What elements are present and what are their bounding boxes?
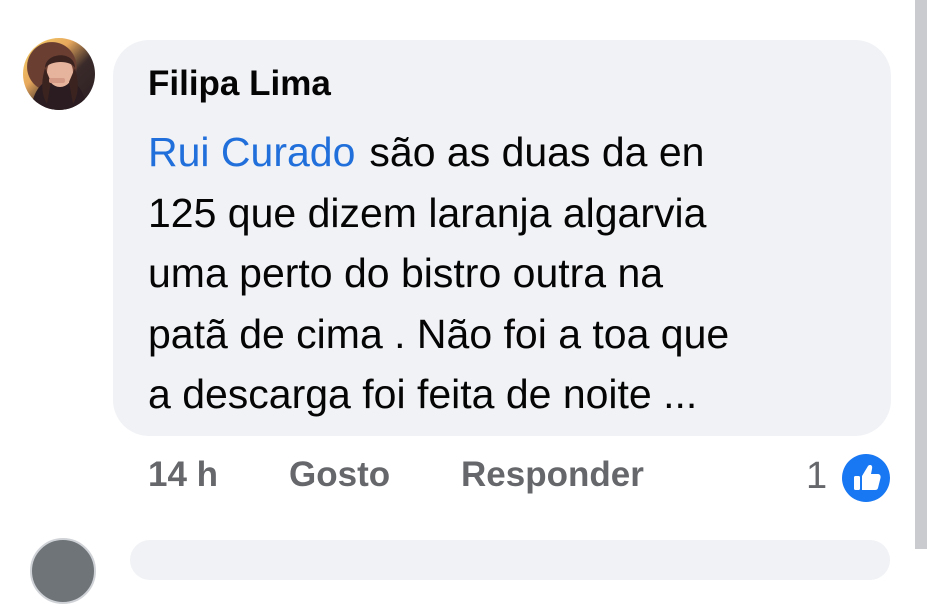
next-comment-bubble [130, 540, 890, 580]
comment-author[interactable]: Filipa Lima [148, 64, 331, 104]
thumbs-up-icon[interactable] [842, 454, 890, 502]
reaction-count[interactable]: 1 [806, 455, 827, 498]
reply-button[interactable]: Responder [461, 455, 644, 495]
comment-line: uma perto do bistro outra na [148, 250, 664, 296]
avatar-image [31, 55, 87, 110]
scrollbar[interactable] [915, 0, 927, 549]
next-comment-avatar[interactable] [30, 538, 96, 604]
comment-line: a descarga foi feita de noite ... [148, 371, 698, 417]
comment-line: patã de cima . Não foi a toa que [148, 310, 730, 357]
comment-line: Rui Curado são as duas da en [148, 129, 705, 175]
like-button[interactable]: Gosto [289, 455, 390, 495]
comment-line: 125 que dizem laranja algarvia [148, 189, 707, 236]
avatar[interactable] [23, 38, 95, 110]
mention-link[interactable]: Rui Curado [148, 129, 355, 175]
comment-timestamp[interactable]: 14 h [148, 455, 218, 495]
comment-text: Rui Curado são as duas da en 125 que dize… [148, 122, 848, 425]
